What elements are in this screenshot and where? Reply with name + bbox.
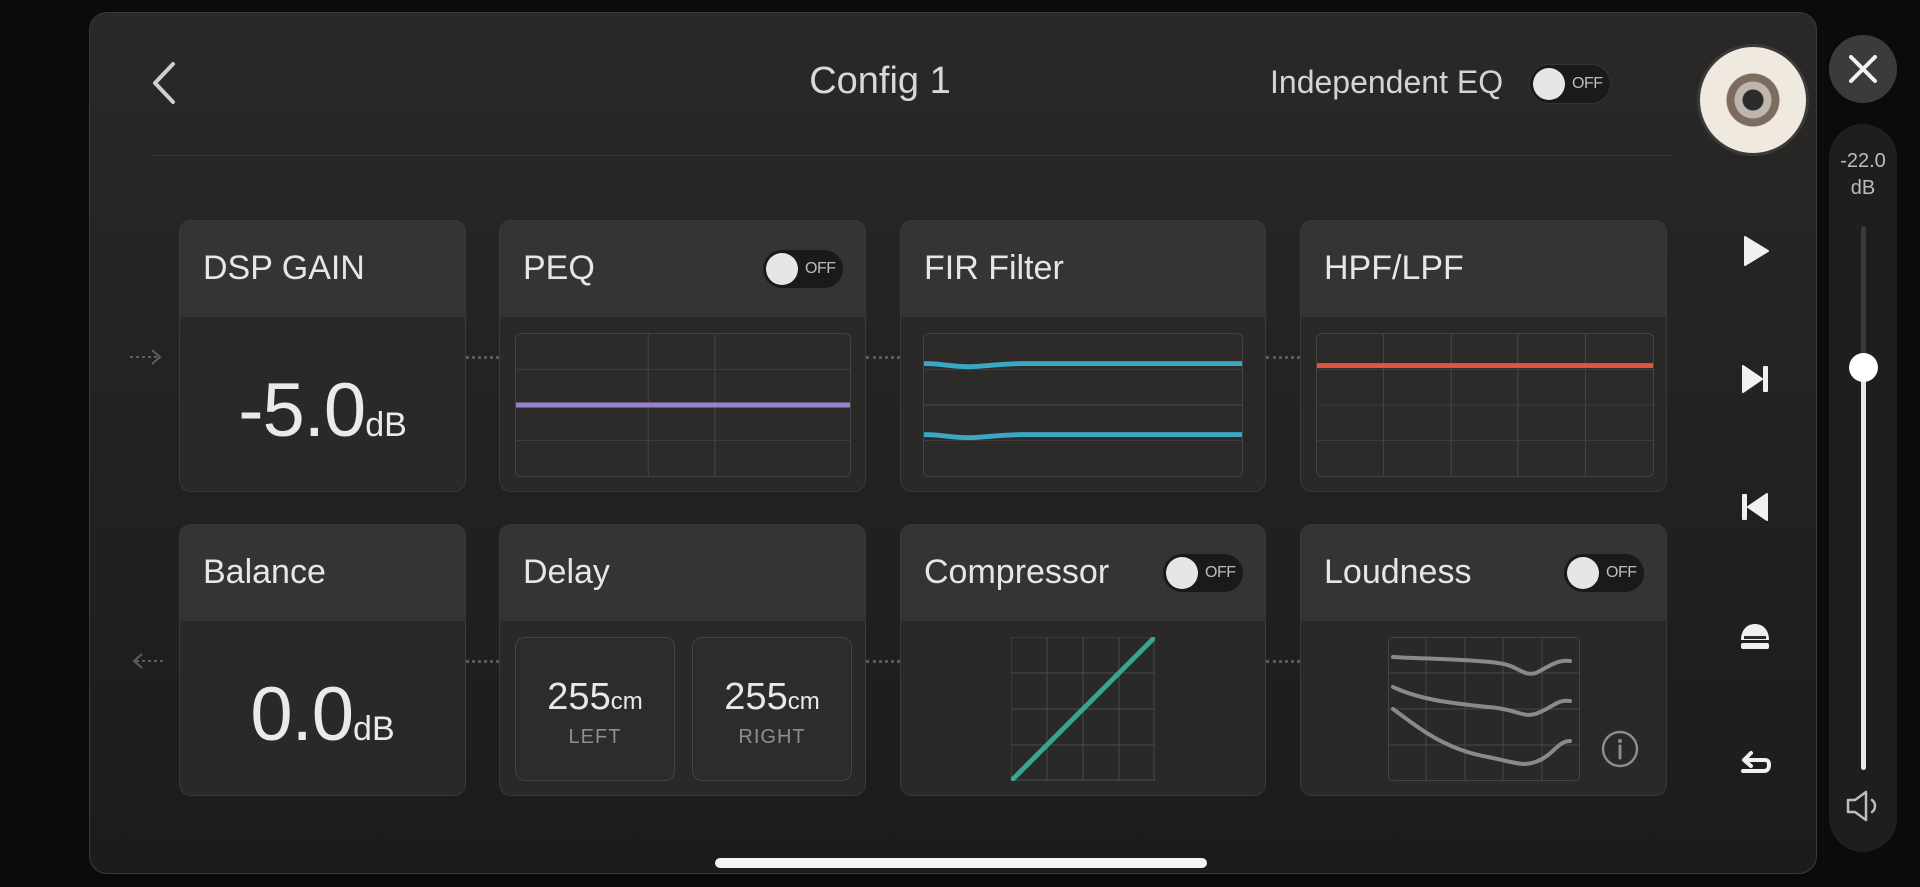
input-arrow-icon xyxy=(130,349,162,365)
toggle-state: OFF xyxy=(805,260,836,277)
album-art-avatar[interactable] xyxy=(1697,44,1809,156)
skip-previous-icon xyxy=(1742,493,1768,521)
next-track-button[interactable] xyxy=(1735,359,1775,399)
hpf-lpf-card[interactable]: HPF/LPF xyxy=(1300,220,1667,492)
loudness-graph xyxy=(1388,637,1580,781)
peq-title: PEQ xyxy=(523,249,595,287)
loudness-curve-1 xyxy=(1391,655,1572,676)
delay-title: Delay xyxy=(523,553,610,591)
eject-icon xyxy=(1741,624,1769,649)
page-title: Config 1 xyxy=(809,60,951,102)
flow-connector xyxy=(466,356,499,359)
return-icon xyxy=(1741,751,1772,773)
toggle-knob xyxy=(1533,68,1565,100)
flow-connector xyxy=(1266,660,1300,663)
volume-value: -22.0 xyxy=(1840,150,1886,172)
previous-track-button[interactable] xyxy=(1735,487,1775,527)
info-icon[interactable] xyxy=(1600,729,1640,769)
skip-next-icon xyxy=(1742,365,1768,393)
volume-slider-fill xyxy=(1861,367,1866,770)
fir-filter-title: FIR Filter xyxy=(924,249,1064,287)
delay-right-label: RIGHT xyxy=(738,726,806,748)
fir-filter-card[interactable]: FIR Filter xyxy=(900,220,1266,492)
fir-curve-upper xyxy=(924,361,1242,370)
delay-right-value: 255cm xyxy=(724,676,820,718)
flow-connector xyxy=(866,356,900,359)
balance-title: Balance xyxy=(203,553,326,591)
loudness-card[interactable]: Loudness OFF xyxy=(1300,524,1667,796)
toggle-knob xyxy=(766,253,798,285)
loudness-toggle[interactable]: OFF xyxy=(1563,553,1645,593)
compressor-card[interactable]: Compressor OFF xyxy=(900,524,1266,796)
play-icon xyxy=(1744,236,1769,266)
delay-right-box[interactable]: 255cm RIGHT xyxy=(692,637,852,781)
home-indicator xyxy=(715,858,1207,868)
delay-left-box[interactable]: 255cm LEFT xyxy=(515,637,675,781)
dsp-gain-unit: dB xyxy=(365,406,407,444)
loudness-curve-3 xyxy=(1391,707,1572,766)
compressor-title: Compressor xyxy=(924,553,1110,591)
balance-unit: dB xyxy=(353,710,395,748)
dsp-gain-number: -5.0 xyxy=(238,368,366,453)
toggle-knob xyxy=(1166,557,1198,589)
peq-card[interactable]: PEQ OFF xyxy=(499,220,866,492)
toggle-state: OFF xyxy=(1572,75,1603,92)
header-divider xyxy=(152,155,1672,156)
dsp-gain-value: -5.0dB xyxy=(180,367,465,454)
return-button[interactable] xyxy=(1735,744,1775,784)
output-arrow-icon xyxy=(132,653,164,669)
dsp-gain-title: DSP GAIN xyxy=(203,249,365,287)
peq-toggle[interactable]: OFF xyxy=(762,249,844,289)
delay-left-label: LEFT xyxy=(568,726,622,748)
balance-value: 0.0dB xyxy=(180,671,465,758)
volume-unit: dB xyxy=(1850,177,1876,199)
back-button[interactable] xyxy=(145,58,185,108)
speaker-icon xyxy=(1846,790,1877,822)
toggle-state: OFF xyxy=(1205,564,1236,581)
chevron-left-icon xyxy=(153,62,175,104)
hpf-lpf-graph xyxy=(1316,333,1654,477)
fir-curve-lower xyxy=(924,432,1242,441)
close-icon xyxy=(1849,55,1877,83)
flow-connector xyxy=(866,660,900,663)
peq-graph xyxy=(515,333,851,477)
flow-connector xyxy=(1266,356,1300,359)
loudness-title: Loudness xyxy=(1324,553,1472,591)
fir-graph xyxy=(923,333,1243,477)
balance-number: 0.0 xyxy=(250,672,354,757)
eject-button[interactable] xyxy=(1735,616,1775,656)
compressor-toggle[interactable]: OFF xyxy=(1162,553,1244,593)
toggle-state: OFF xyxy=(1606,564,1637,581)
loudness-curve-2 xyxy=(1391,685,1572,717)
dsp-gain-card[interactable]: DSP GAIN -5.0dB xyxy=(179,220,466,492)
balance-card[interactable]: Balance 0.0dB xyxy=(179,524,466,796)
toggle-knob xyxy=(1567,557,1599,589)
close-button[interactable] xyxy=(1829,35,1897,103)
compressor-graph xyxy=(1010,636,1156,782)
delay-card[interactable]: Delay 255cm LEFT 255cm RIGHT xyxy=(499,524,866,796)
hpf-lpf-title: HPF/LPF xyxy=(1324,249,1464,287)
delay-left-value: 255cm xyxy=(547,676,643,718)
independent-eq-toggle[interactable]: OFF xyxy=(1529,64,1611,104)
speaker-button[interactable] xyxy=(1844,789,1882,823)
play-button[interactable] xyxy=(1735,231,1775,271)
independent-eq-label: Independent EQ xyxy=(1270,64,1504,100)
flow-connector xyxy=(466,660,499,663)
